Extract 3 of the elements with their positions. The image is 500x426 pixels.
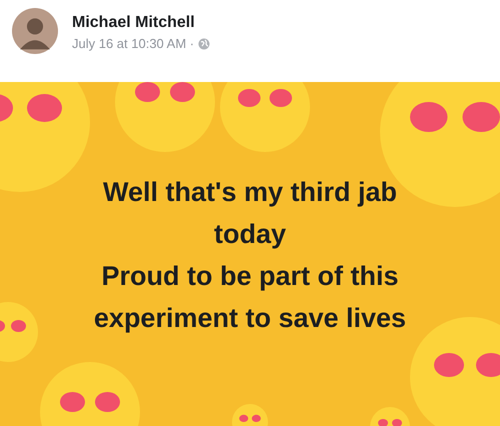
- author-name[interactable]: Michael Mitchell: [72, 14, 210, 32]
- post-text: Well that's my third jab today Proud to be part of this experiment to save lives: [92, 176, 408, 335]
- avatar[interactable]: [12, 8, 58, 54]
